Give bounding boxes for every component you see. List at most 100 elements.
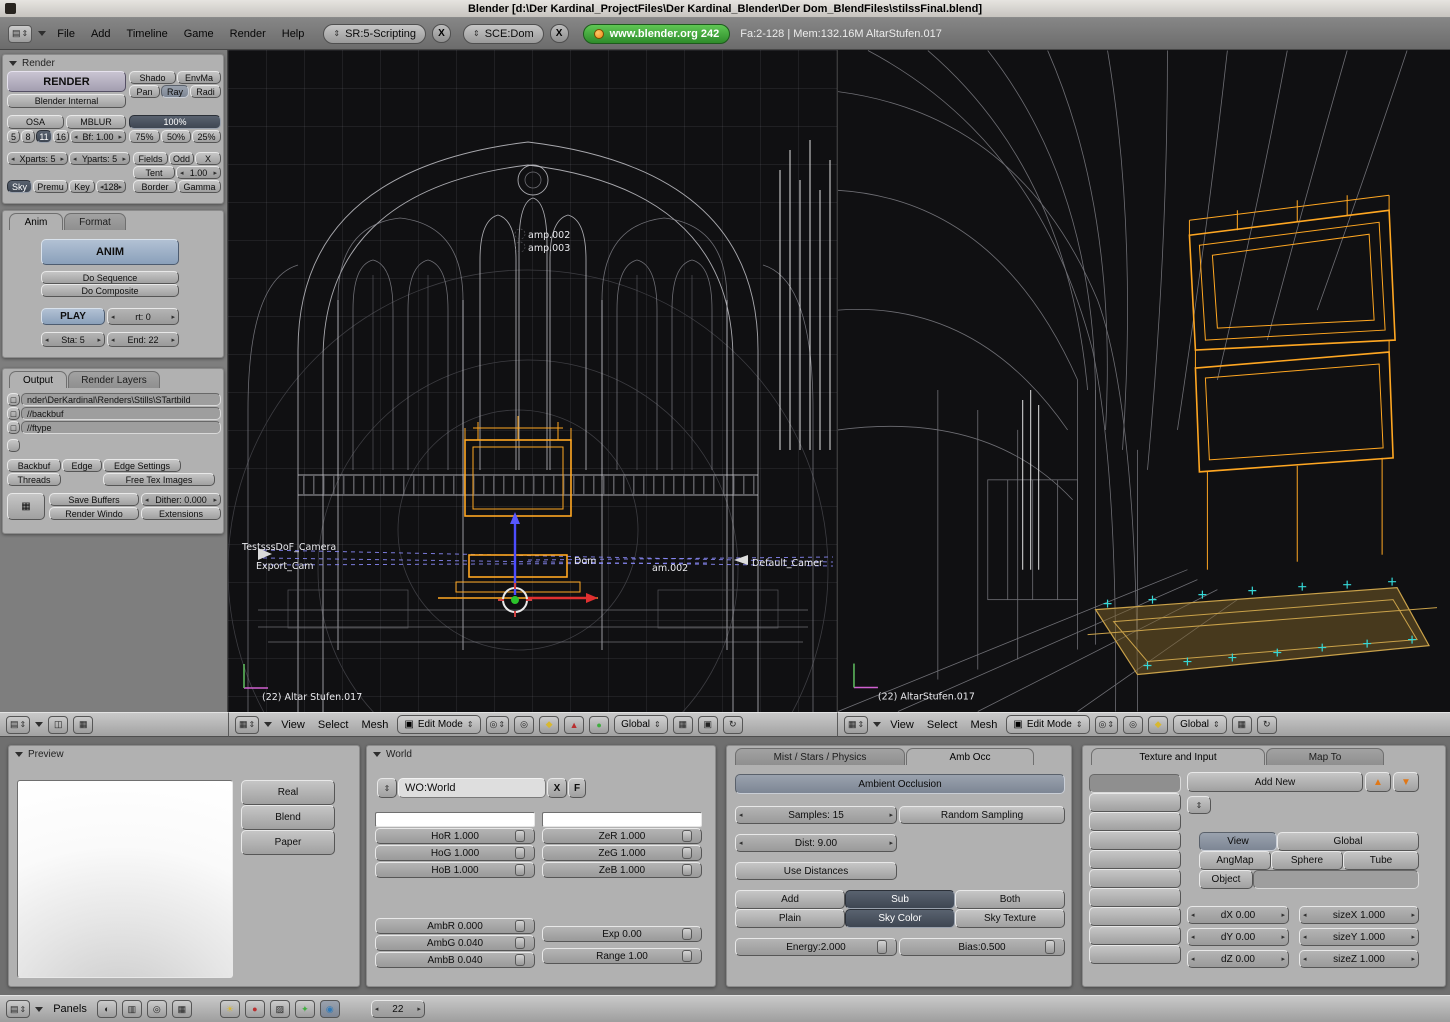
move-channel-up-icon[interactable]: ▲: [1365, 772, 1391, 792]
tab-anim[interactable]: Anim: [9, 213, 63, 230]
random-sampling-toggle[interactable]: Random Sampling: [899, 806, 1065, 824]
zenith-g-slider[interactable]: ZeG 1.000: [542, 845, 702, 861]
osa-16-button[interactable]: 16: [53, 130, 69, 143]
select-menu[interactable]: Select: [314, 719, 353, 731]
screen-close-button[interactable]: X: [432, 24, 451, 43]
view-menu[interactable]: View: [277, 719, 309, 731]
panel-grid-icon[interactable]: ▦: [73, 715, 94, 734]
texture-buttons-icon[interactable]: ▨: [269, 1000, 290, 1018]
mesh-menu[interactable]: Mesh: [357, 719, 392, 731]
texco-global-toggle[interactable]: Global: [1277, 832, 1419, 851]
size-50-button[interactable]: 50%: [161, 130, 191, 143]
size-100-button[interactable]: 100%: [129, 115, 221, 129]
dither-stepper[interactable]: Dither: 0.000: [141, 493, 221, 506]
ambient-g-slider[interactable]: AmbG 0.040: [375, 935, 535, 951]
viewport-front[interactable]: amp.002 amp.003 TestsssDoF_Camera Export…: [228, 50, 837, 712]
altar-wireframe-selected[interactable]: [438, 416, 598, 599]
texture-channel-slot[interactable]: [1089, 888, 1181, 907]
radio-toggle[interactable]: Radi: [190, 85, 221, 98]
texture-channel-slot[interactable]: [1089, 812, 1181, 831]
threads-toggle[interactable]: Threads: [7, 473, 61, 486]
sky-texture-button[interactable]: Sky Texture: [955, 909, 1065, 928]
output-path-field[interactable]: nder\DerKardinal\Renders\Stills\STartbil…: [21, 393, 221, 406]
object-name-field[interactable]: [1253, 870, 1419, 889]
pivot-dropdown[interactable]: ◎: [514, 715, 535, 734]
view-menu[interactable]: View: [886, 719, 918, 731]
fake-user-button[interactable]: F: [568, 778, 586, 798]
use-distances-toggle[interactable]: Use Distances: [735, 862, 897, 880]
menu-help[interactable]: Help: [277, 28, 310, 40]
collapse-menus-icon[interactable]: [873, 722, 882, 727]
filter-dropdown[interactable]: Tent: [133, 166, 175, 179]
object-buttons-icon[interactable]: ▦: [171, 1000, 192, 1018]
radiosity-buttons-icon[interactable]: ✦: [294, 1000, 315, 1018]
collapse-menus-icon[interactable]: [264, 722, 273, 727]
altar-platform[interactable]: [1087, 587, 1438, 676]
collapse-triangle-icon[interactable]: [373, 752, 381, 757]
mode-dropdown[interactable]: ▣ Edit Mode ⇕: [1006, 715, 1090, 734]
texture-channel-slot[interactable]: [1089, 793, 1181, 812]
horizon-color-swatch[interactable]: [375, 812, 535, 827]
shading-buttons-icon[interactable]: ◎: [146, 1000, 167, 1018]
script-buttons-icon[interactable]: ▥: [121, 1000, 142, 1018]
tab-format[interactable]: Format: [64, 213, 126, 230]
editor-type-icon[interactable]: ▤ ⇕: [6, 1000, 31, 1018]
ambient-b-slider[interactable]: AmbB 0.040: [375, 952, 535, 968]
backbuf-toggle[interactable]: Backbuf: [7, 459, 61, 472]
osa-toggle[interactable]: OSA: [7, 115, 64, 129]
world-datablock-field[interactable]: WO:World: [398, 778, 546, 798]
editor-type-icon[interactable]: ▤ ⇕: [6, 715, 31, 734]
mblur-toggle[interactable]: MBLUR: [66, 115, 126, 129]
sub-mode-button[interactable]: Sub: [845, 890, 955, 909]
ambient-occlusion-toggle[interactable]: Ambient Occlusion: [735, 774, 1065, 794]
backbuf-path-field[interactable]: //backbuf: [21, 407, 221, 420]
add-new-texture-button[interactable]: Add New: [1187, 772, 1363, 792]
render-preview-icon[interactable]: ↻: [722, 715, 743, 734]
folder-browse-icon[interactable]: □: [7, 421, 20, 434]
viewport-perspective[interactable]: (22) AltarStufen.017: [837, 50, 1450, 712]
ambient-r-slider[interactable]: AmbR 0.000: [375, 918, 535, 934]
collapse-menus-icon[interactable]: [35, 1006, 44, 1012]
tab-render-layers[interactable]: Render Layers: [68, 371, 160, 388]
edge-toggle[interactable]: Edge: [62, 459, 102, 472]
folder-browse-icon[interactable]: □: [7, 407, 20, 420]
samples-stepper[interactable]: Samples: 15: [735, 806, 897, 824]
datablock-browse-icon[interactable]: ⇕: [377, 778, 397, 798]
orientation-dropdown[interactable]: Global ⇕: [1173, 715, 1227, 734]
draw-type-dropdown[interactable]: ◎ ⇕: [485, 715, 510, 734]
object-toggle[interactable]: Object: [1199, 870, 1253, 889]
frame-number-stepper[interactable]: 22: [370, 1000, 425, 1018]
select-menu[interactable]: Select: [923, 719, 962, 731]
texture-channel-slot[interactable]: [1089, 907, 1181, 926]
render-dot-icon[interactable]: ●: [589, 715, 610, 734]
blur-factor-stepper[interactable]: Bf: 1.00: [70, 130, 126, 143]
exposure-slider[interactable]: Exp 0.00: [542, 926, 702, 942]
zenith-color-swatch[interactable]: [542, 812, 702, 827]
dist-stepper[interactable]: Dist: 9.00: [735, 834, 897, 852]
collapse-menus-icon[interactable]: [38, 31, 47, 36]
collapse-menus-icon[interactable]: [35, 722, 44, 727]
shadow-toggle[interactable]: Shado: [129, 71, 176, 84]
fields-x-toggle[interactable]: X: [195, 152, 221, 165]
ray-toggle[interactable]: Ray: [161, 85, 189, 98]
manipulator-hand-icon[interactable]: ◆: [539, 715, 560, 734]
altar-wireframe-selected[interactable]: [1188, 194, 1396, 570]
draw-type-dropdown[interactable]: ◎ ⇕: [1094, 715, 1119, 734]
free-tex-images-toggle[interactable]: Free Tex Images: [103, 473, 215, 486]
manipulator-warning-icon[interactable]: ▲: [564, 715, 585, 734]
texture-channel-slot[interactable]: [1089, 945, 1181, 964]
lock-icon[interactable]: ▣: [697, 715, 718, 734]
editor-type-icon[interactable]: ▦ ⇕: [235, 715, 260, 734]
add-mode-button[interactable]: Add: [735, 890, 845, 909]
scene-close-button[interactable]: X: [549, 24, 569, 43]
mesh-menu[interactable]: Mesh: [966, 719, 1001, 731]
start-frame-stepper[interactable]: Sta: 5: [41, 332, 105, 347]
tab-output[interactable]: Output: [9, 371, 67, 388]
texture-channel-slot[interactable]: [1089, 869, 1181, 888]
pivot-dropdown[interactable]: ◎: [1123, 715, 1144, 734]
ftype-path-field[interactable]: //ftype: [21, 421, 221, 434]
odd-toggle[interactable]: Odd: [169, 152, 194, 165]
offset-x-stepper[interactable]: dX 0.00: [1187, 906, 1289, 924]
scene-selector[interactable]: ⇕ SCE:Dom: [463, 23, 544, 44]
layers-grid-icon[interactable]: ▦: [1231, 715, 1252, 734]
